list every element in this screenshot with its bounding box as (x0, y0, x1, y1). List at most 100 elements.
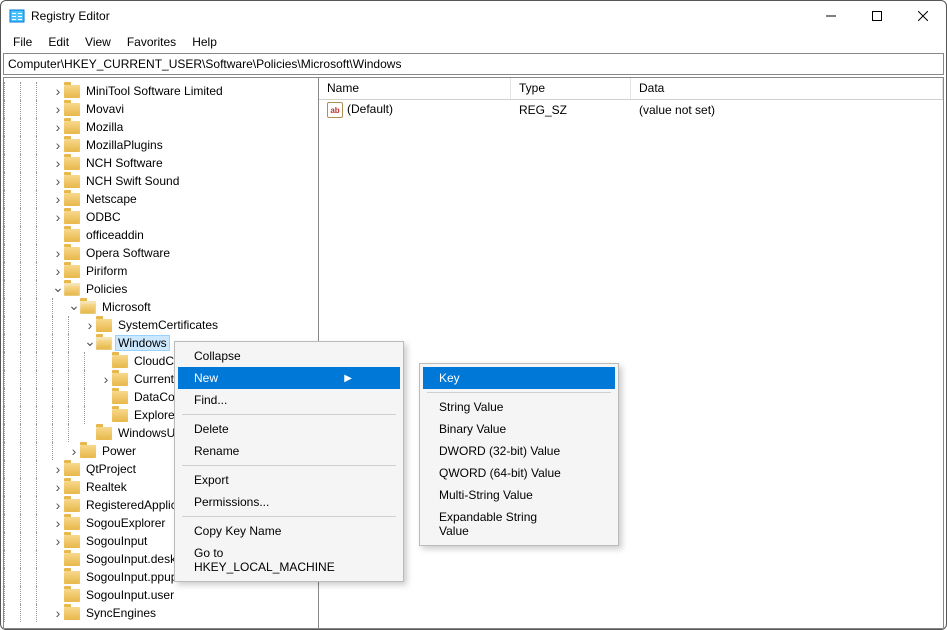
string-value-icon: ab (327, 102, 343, 118)
tree-chevron-icon[interactable]: › (84, 317, 96, 333)
minimize-button[interactable] (808, 1, 854, 31)
tree-label: ODBC (84, 210, 123, 224)
tree-item[interactable]: ›NCH Swift Sound (4, 172, 319, 190)
folder-icon (64, 247, 80, 260)
tree-item[interactable]: ›Opera Software (4, 244, 319, 262)
ctx-find[interactable]: Find... (178, 389, 400, 411)
menu-favorites[interactable]: Favorites (119, 33, 184, 51)
ctx-goto-hklm[interactable]: Go to HKEY_LOCAL_MACHINE (178, 542, 400, 578)
cell-type: REG_SZ (511, 102, 631, 118)
tree-label: SogouExplorer (84, 516, 167, 530)
menu-file[interactable]: File (5, 33, 40, 51)
tree-label: SystemCertificates (116, 318, 220, 332)
tree-chevron-icon[interactable]: › (52, 173, 64, 189)
folder-icon (112, 409, 128, 422)
ctx-new-key[interactable]: Key (423, 367, 615, 389)
ctx-new-qword[interactable]: QWORD (64-bit) Value (423, 462, 615, 484)
tree-item[interactable]: ›Piriform (4, 262, 319, 280)
tree-item[interactable]: ⌄Microsoft (4, 298, 319, 316)
tree-chevron-icon[interactable]: ⌄ (68, 297, 80, 314)
tree-item[interactable]: ›SyncEngines (4, 604, 319, 622)
new-submenu: Key String Value Binary Value DWORD (32-… (419, 363, 619, 546)
folder-icon (112, 391, 128, 404)
ctx-collapse[interactable]: Collapse (178, 345, 400, 367)
ctx-new-multi[interactable]: Multi-String Value (423, 484, 615, 506)
ctx-export[interactable]: Export (178, 469, 400, 491)
close-button[interactable] (900, 1, 946, 31)
tree-chevron-icon[interactable]: › (52, 533, 64, 549)
tree-chevron-icon[interactable]: ⌄ (52, 279, 64, 296)
tree-chevron-icon[interactable]: › (52, 479, 64, 495)
folder-icon (112, 373, 128, 386)
tree-chevron-icon[interactable]: › (52, 101, 64, 117)
ctx-new-string[interactable]: String Value (423, 396, 615, 418)
folder-icon (112, 355, 128, 368)
ctx-delete[interactable]: Delete (178, 418, 400, 440)
tree-item[interactable]: › Mozilla (4, 118, 319, 136)
list-header: Name Type Data (319, 78, 943, 100)
tree-item[interactable]: ›Netscape (4, 190, 319, 208)
address-bar[interactable]: Computer\HKEY_CURRENT_USER\Software\Poli… (3, 53, 944, 75)
menu-view[interactable]: View (77, 33, 119, 51)
tree-item[interactable]: › ODBC (4, 208, 319, 226)
separator (182, 465, 396, 466)
col-header-type[interactable]: Type (511, 78, 631, 99)
tree-chevron-icon[interactable]: › (52, 497, 64, 513)
ctx-new[interactable]: New▶ (178, 367, 400, 389)
tree-label: Mozilla (84, 120, 125, 134)
tree-item[interactable]: ⌄Policies (4, 280, 319, 298)
tree-chevron-icon[interactable]: › (52, 605, 64, 621)
tree-item[interactable]: ›officeaddin (4, 226, 319, 244)
folder-icon (96, 337, 112, 350)
tree-chevron-icon[interactable]: › (52, 515, 64, 531)
folder-icon (64, 553, 80, 566)
address-text: Computer\HKEY_CURRENT_USER\Software\Poli… (8, 57, 401, 71)
separator (427, 392, 611, 393)
tree-chevron-icon[interactable]: › (52, 83, 64, 99)
tree-chevron-icon[interactable]: › (52, 137, 64, 153)
ctx-copy-key-name[interactable]: Copy Key Name (178, 520, 400, 542)
list-pane[interactable]: Name Type Data ab(Default) REG_SZ (value… (319, 77, 944, 629)
menu-edit[interactable]: Edit (40, 33, 77, 51)
tree-chevron-icon[interactable]: ⌄ (84, 333, 96, 350)
col-header-name[interactable]: Name (319, 78, 511, 99)
separator (182, 516, 396, 517)
tree-chevron-icon[interactable]: › (52, 191, 64, 207)
maximize-button[interactable] (854, 1, 900, 31)
tree-item[interactable]: ›NCH Software (4, 154, 319, 172)
tree-item[interactable]: ›MiniTool Software Limited (4, 82, 319, 100)
folder-icon (64, 229, 80, 242)
tree-item[interactable]: ›Movavi (4, 100, 319, 118)
tree-item[interactable]: › SystemCertificates (4, 316, 319, 334)
tree-chevron-icon[interactable]: › (52, 461, 64, 477)
folder-icon (64, 517, 80, 530)
ctx-new-binary[interactable]: Binary Value (423, 418, 615, 440)
folder-icon (64, 265, 80, 278)
tree-chevron-icon[interactable]: › (52, 209, 64, 225)
ctx-new-expand[interactable]: Expandable String Value (423, 506, 615, 542)
tree-item[interactable]: ›SogouInput.user (4, 586, 319, 604)
col-header-data[interactable]: Data (631, 78, 943, 99)
folder-icon (96, 427, 112, 440)
folder-icon (64, 499, 80, 512)
titlebar: Registry Editor (1, 1, 946, 31)
folder-icon (64, 121, 80, 134)
ctx-rename[interactable]: Rename (178, 440, 400, 462)
ctx-permissions[interactable]: Permissions... (178, 491, 400, 513)
tree-chevron-icon[interactable]: › (52, 263, 64, 279)
tree-chevron-icon[interactable]: › (52, 119, 64, 135)
tree-chevron-icon[interactable]: › (68, 443, 80, 459)
menu-help[interactable]: Help (184, 33, 225, 51)
tree-chevron-icon[interactable]: › (52, 155, 64, 171)
ctx-new-dword[interactable]: DWORD (32-bit) Value (423, 440, 615, 462)
folder-icon (64, 283, 80, 296)
folder-icon (64, 85, 80, 98)
tree-label: SogouInput.user (84, 588, 176, 602)
submenu-arrow-icon: ▶ (344, 373, 352, 384)
folder-icon (64, 175, 80, 188)
tree-item[interactable]: ›MozillaPlugins (4, 136, 319, 154)
tree-chevron-icon[interactable]: › (100, 371, 112, 387)
list-row[interactable]: ab(Default) REG_SZ (value not set) (319, 100, 943, 120)
tree-chevron-icon[interactable]: › (52, 245, 64, 261)
folder-icon (64, 193, 80, 206)
